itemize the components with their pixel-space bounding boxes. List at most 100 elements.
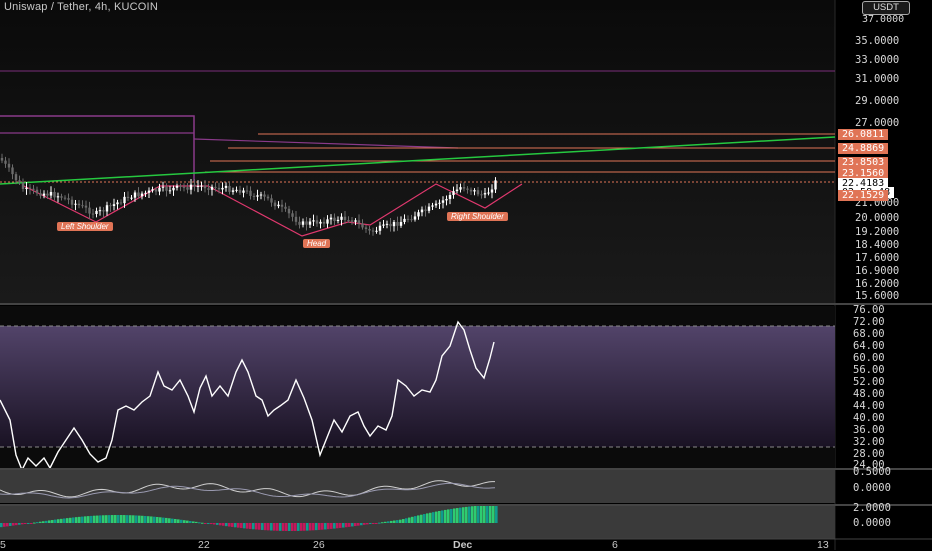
histogram-bar: [9, 523, 12, 526]
histogram-bar: [381, 522, 384, 524]
histogram-bar: [465, 506, 468, 523]
histogram-bar: [402, 519, 405, 523]
histogram-bar: [348, 523, 351, 527]
price-tick: 37.0000: [862, 14, 905, 25]
histogram-bar: [333, 523, 336, 529]
histogram-bar: [198, 522, 201, 524]
histogram-bar: [243, 523, 246, 529]
candle-body: [490, 189, 494, 193]
candle-body: [137, 192, 140, 197]
candle-body: [179, 185, 182, 187]
candle-body: [207, 188, 210, 190]
histogram-bar: [207, 523, 210, 524]
histogram-bar: [27, 523, 30, 524]
candle-body: [420, 209, 424, 213]
candle-body: [378, 225, 382, 231]
currency-badge[interactable]: USDT: [862, 1, 910, 15]
histogram-bar: [129, 515, 132, 523]
candle-body: [350, 220, 354, 222]
histogram-bar: [246, 523, 249, 529]
candle-body: [11, 167, 14, 175]
candle-body: [466, 188, 469, 190]
candle-body: [347, 220, 350, 222]
candle-body: [343, 216, 347, 221]
histogram-bar: [315, 523, 318, 531]
histogram-bar: [180, 519, 183, 523]
histogram-bar: [39, 521, 42, 523]
time-label: Dec: [453, 539, 473, 551]
chart-canvas[interactable]: [0, 0, 932, 550]
candle-body: [67, 198, 70, 200]
candle-body: [336, 219, 340, 222]
candle-body: [84, 205, 88, 208]
candle-body: [312, 220, 315, 222]
histogram-bar: [312, 523, 315, 531]
candle-body: [123, 196, 126, 204]
histogram-bar: [492, 504, 495, 523]
rsi-tick: 60.00: [853, 352, 885, 364]
candle-body: [368, 228, 371, 231]
price-tag-26-0811: 26.0811: [838, 129, 889, 140]
candle-body: [182, 186, 186, 188]
candle-body: [147, 190, 151, 193]
candle-body: [130, 197, 133, 199]
histogram-bar: [21, 523, 24, 525]
histogram-bar: [270, 523, 273, 531]
histogram-bar: [114, 515, 117, 523]
candle-body: [326, 219, 329, 224]
candle-body: [4, 160, 7, 164]
rsi-tick: 40.00: [853, 412, 885, 424]
candle-body: [88, 207, 91, 214]
histogram-bar: [417, 515, 420, 523]
histogram-bar: [123, 515, 126, 523]
candle-body: [280, 204, 284, 207]
candle-body: [200, 185, 203, 187]
price-tick: 29.0000: [855, 95, 900, 107]
histogram-bar: [93, 515, 96, 523]
histogram-bar: [477, 505, 480, 523]
histogram-bar: [105, 515, 108, 523]
candle-body: [403, 218, 406, 222]
histogram-bar: [162, 517, 165, 523]
histogram-bar: [108, 515, 111, 523]
histogram-bar: [390, 520, 393, 523]
candle-body: [238, 189, 242, 193]
histogram-bar: [366, 523, 369, 525]
price-tick: 15.6000: [855, 290, 900, 302]
candle-body: [396, 222, 399, 226]
histogram-bar: [480, 505, 483, 523]
histogram-bar: [225, 523, 228, 527]
oscillator-tick: 0.0000: [853, 482, 891, 494]
histogram-bar: [483, 505, 486, 523]
histogram-bar: [24, 523, 27, 524]
candle-body: [357, 220, 361, 224]
price-pane[interactable]: [0, 0, 835, 303]
time-label: 5: [0, 539, 6, 551]
histogram-bar: [3, 523, 6, 527]
candle-body: [434, 203, 438, 206]
histogram-bar: [165, 517, 168, 523]
histogram-bar: [306, 523, 309, 531]
price-tick: 33.0000: [855, 54, 900, 66]
candle-body: [224, 185, 228, 188]
candle-body: [452, 191, 455, 196]
histogram-bar: [393, 520, 396, 523]
candle-body: [431, 205, 434, 207]
rsi-tick: 56.00: [853, 364, 885, 376]
histogram-bar: [450, 508, 453, 523]
candle-body: [119, 202, 123, 204]
candle-body: [298, 221, 301, 225]
histogram-bar: [69, 517, 72, 523]
candle-body: [291, 213, 294, 217]
histogram-bar: [189, 521, 192, 523]
candle-body: [25, 187, 28, 190]
candle-body: [487, 192, 490, 194]
candle-body: [235, 189, 238, 191]
candle-body: [413, 216, 417, 220]
histogram-bar: [408, 517, 411, 523]
candle-body: [441, 200, 445, 203]
oscillator-pane[interactable]: [0, 470, 835, 503]
left-shoulder-label: Left Shoulder: [57, 222, 113, 231]
histogram-bar: [288, 523, 291, 531]
histogram-bar: [228, 523, 231, 527]
